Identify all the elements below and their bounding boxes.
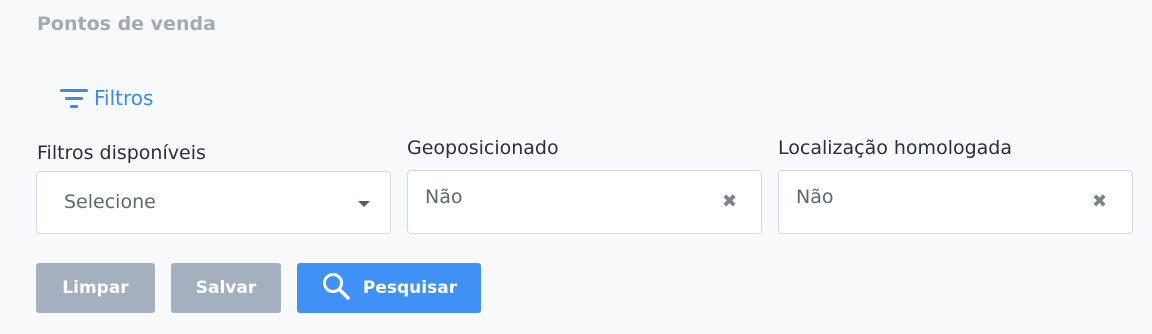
homologated-location-value: Não [796,186,834,208]
chevron-down-icon[interactable] [358,201,370,207]
save-button[interactable]: Salvar [171,263,281,313]
available-filters-label: Filtros disponíveis [37,142,206,164]
clear-button-label: Limpar [62,278,129,298]
filters-toggle-label: Filtros [94,86,154,110]
search-button[interactable]: Pesquisar [297,263,481,313]
homologated-location-label: Localização homologada [778,137,1013,159]
geoposicionado-select[interactable]: Não ✖ [407,170,762,234]
clear-icon[interactable]: ✖ [1092,193,1107,211]
available-filters-select[interactable]: Selecione [36,171,391,234]
homologated-location-select[interactable]: Não ✖ [778,170,1133,234]
search-button-label: Pesquisar [362,278,458,298]
geoposicionado-value: Não [425,186,463,208]
filter-icon [60,87,88,109]
clear-button[interactable]: Limpar [36,263,155,313]
save-button-label: Salvar [195,278,257,298]
available-filters-placeholder: Selecione [64,191,156,213]
search-icon [321,271,351,306]
page-title: Pontos de venda [37,13,216,35]
filters-toggle[interactable]: Filtros [60,86,153,110]
clear-icon[interactable]: ✖ [722,193,737,211]
geoposicionado-label: Geoposicionado [407,137,559,159]
